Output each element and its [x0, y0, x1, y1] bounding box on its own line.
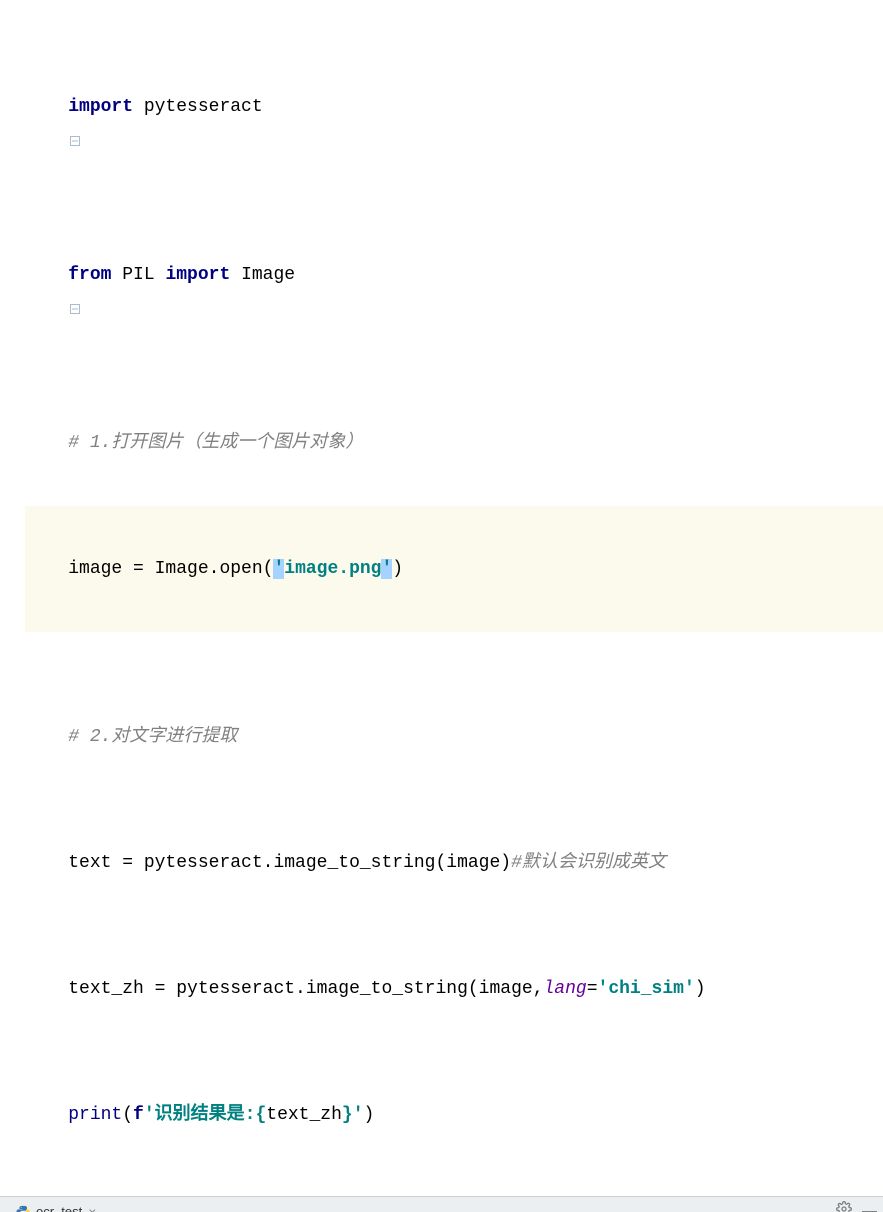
- fstring-expr: text_zh: [266, 1105, 342, 1125]
- code-text: (: [122, 1105, 133, 1125]
- keyword-import: import: [165, 265, 230, 285]
- code-line[interactable]: print(f'识别结果是:{text_zh}'): [25, 1052, 883, 1178]
- builtin-print: print: [68, 1105, 122, 1125]
- string-quote: ': [381, 559, 392, 579]
- comment: #默认会识别成英文: [511, 853, 666, 873]
- code-text: text = pytesseract.image_to_string(image…: [68, 853, 511, 873]
- tab-label: ocr_test: [36, 1204, 82, 1212]
- import-name: Image: [230, 265, 295, 285]
- string-literal: image.png: [284, 559, 381, 579]
- code-text: ): [364, 1105, 375, 1125]
- code-text: ): [392, 559, 403, 579]
- code-text: image = Image.open(: [68, 559, 273, 579]
- code-line-current[interactable]: image = Image.open('image.png'): [25, 506, 883, 632]
- code-line[interactable]: text = pytesseract.image_to_string(image…: [25, 800, 883, 926]
- code-editor[interactable]: import pytesseract from PIL import Image…: [0, 0, 883, 1178]
- string-literal: 'chi_sim': [598, 979, 695, 999]
- fstring-text: }': [342, 1105, 364, 1125]
- close-icon[interactable]: ×: [88, 1204, 96, 1212]
- python-icon: [16, 1205, 30, 1212]
- code-line[interactable]: [25, 338, 883, 380]
- comment: # 2.对文字进行提取: [68, 727, 237, 747]
- code-line[interactable]: import pytesseract: [25, 2, 883, 170]
- comment: # 1.打开图片（生成一个图片对象）: [68, 433, 363, 453]
- kwarg-name: lang: [544, 979, 587, 999]
- console-panel: ocr_test × — D:\ProgramData\Anaconda3\en…: [0, 1196, 883, 1212]
- code-line[interactable]: # 2.对文字进行提取: [25, 674, 883, 800]
- console-tabbar: ocr_test × —: [0, 1197, 883, 1212]
- code-text: ): [695, 979, 706, 999]
- module-name: PIL: [111, 265, 165, 285]
- code-line[interactable]: # 1.打开图片（生成一个图片对象）: [25, 380, 883, 506]
- module-name: pytesseract: [133, 97, 263, 117]
- code-line[interactable]: [25, 632, 883, 674]
- string-quote: ': [273, 559, 284, 579]
- code-text: text_zh = pytesseract.image_to_string(im…: [68, 979, 543, 999]
- gear-icon[interactable]: [836, 1201, 852, 1212]
- fold-icon[interactable]: [5, 247, 17, 261]
- code-text: =: [587, 979, 598, 999]
- keyword-from: from: [68, 265, 111, 285]
- fstring-prefix: f: [133, 1105, 144, 1125]
- fold-icon[interactable]: [5, 79, 17, 93]
- console-tab[interactable]: ocr_test ×: [8, 1202, 104, 1212]
- fstring-text: '识别结果是:{: [144, 1105, 266, 1125]
- code-line[interactable]: text_zh = pytesseract.image_to_string(im…: [25, 926, 883, 1052]
- minimize-icon[interactable]: —: [862, 1203, 877, 1212]
- code-line[interactable]: from PIL import Image: [25, 170, 883, 338]
- keyword-import: import: [68, 97, 133, 117]
